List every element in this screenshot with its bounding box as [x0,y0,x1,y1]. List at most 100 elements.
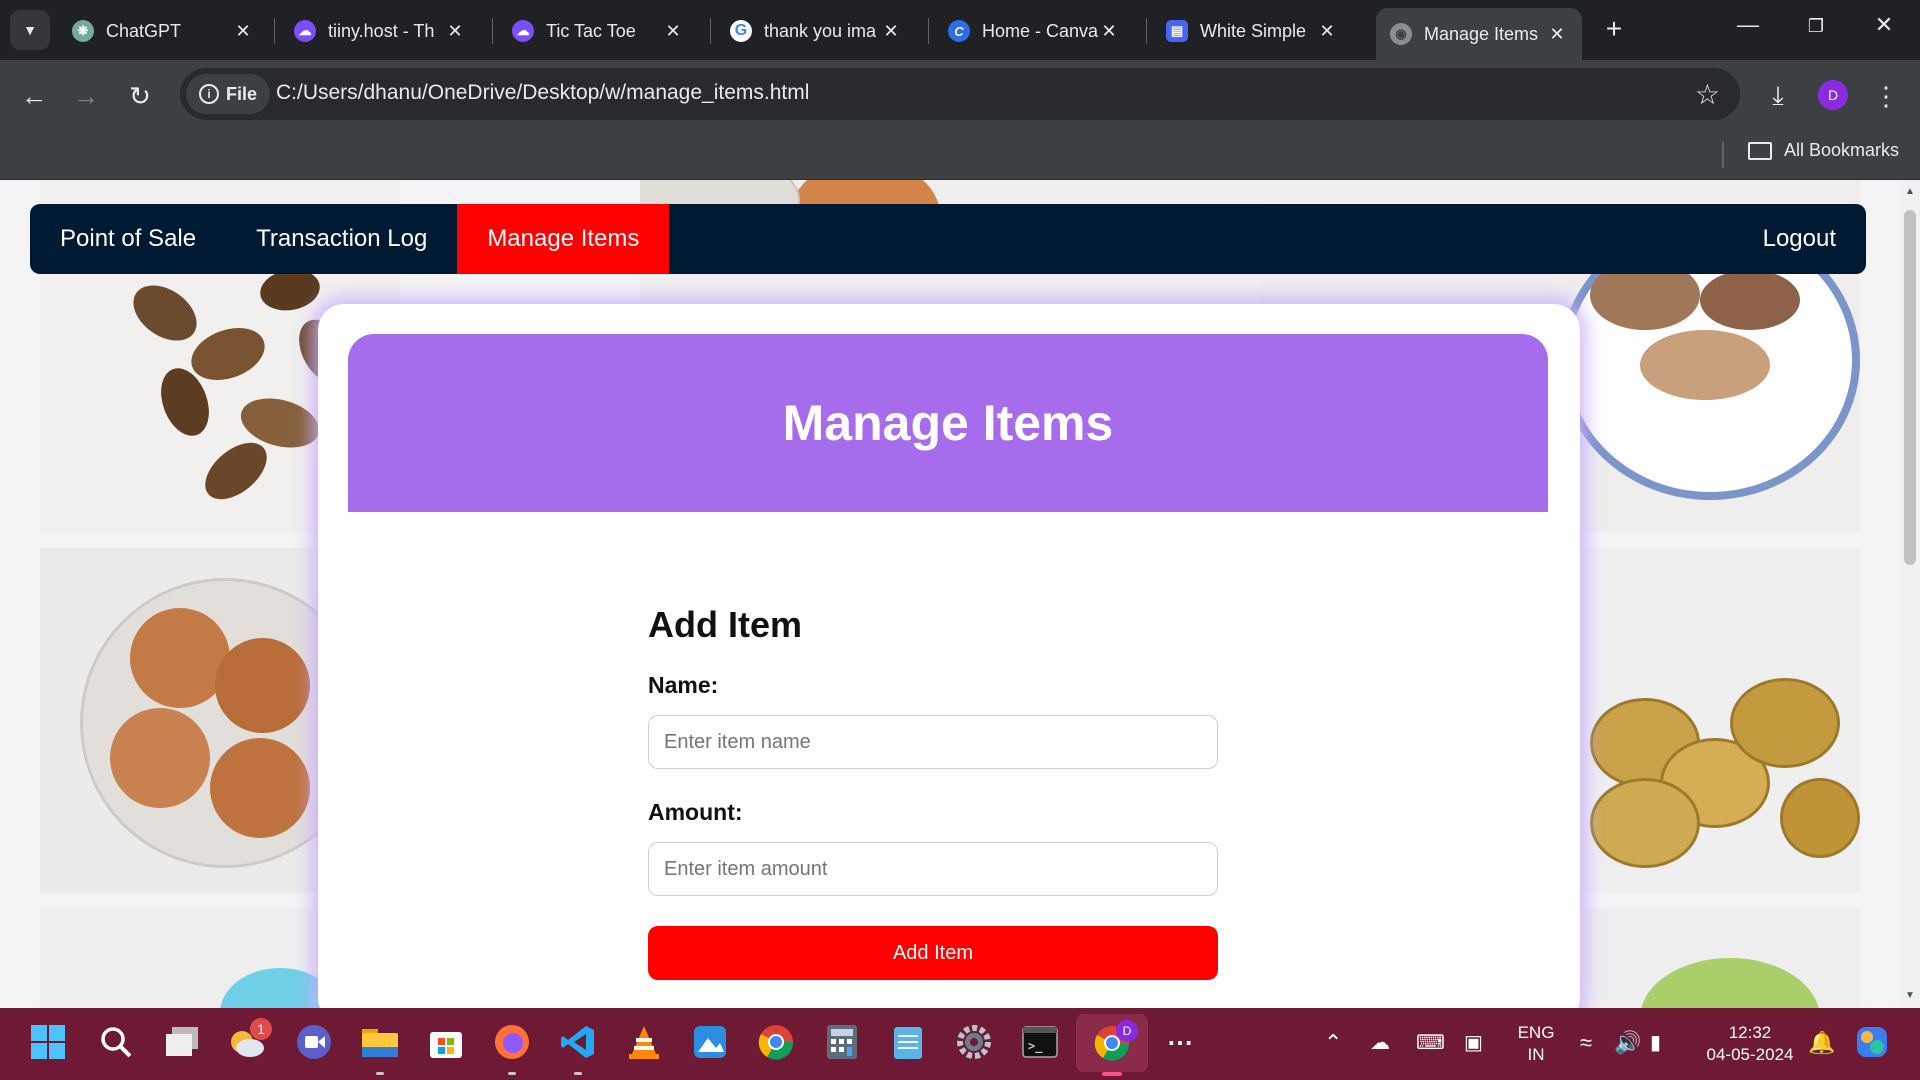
browser-toolbar: ← → ↻ i File C:/Users/dhanu/OneDrive/Des… [0,60,1920,132]
battery-icon[interactable]: ▮ [1650,1030,1661,1055]
address-bar[interactable]: i File C:/Users/dhanu/OneDrive/Desktop/w… [180,68,1740,120]
info-icon: i [198,84,219,104]
scroll-up-icon[interactable]: ▲ [1905,186,1915,197]
page-viewport: Point of Sale Transaction Log Manage Ite… [0,180,1900,1008]
keyboard-icon[interactable]: ⌨ [1416,1030,1445,1055]
meet-icon[interactable] [294,1022,334,1062]
app-navbar: Point of Sale Transaction Log Manage Ite… [30,204,1866,274]
tab-title: thank you ima [764,20,877,41]
display-icon[interactable]: ▣ [1464,1030,1483,1055]
page-title: Manage Items [782,395,1114,451]
item-name-input[interactable] [648,715,1218,769]
close-window-button[interactable]: ✕ [1864,12,1904,38]
store-icon[interactable] [426,1022,466,1062]
nav-transaction-log[interactable]: Transaction Log [226,204,457,274]
search-icon[interactable] [96,1022,136,1062]
settings-icon[interactable] [954,1022,994,1062]
bookmarks-bar: All Bookmarks [0,132,1920,180]
tab-strip: ▼ ❋ ChatGPT ✕ ☁ tiiny.host - Th ✕ ☁ Tic … [0,0,1920,60]
chatgpt-icon: ❋ [72,20,94,42]
url-text[interactable]: C:/Users/dhanu/OneDrive/Desktop/w/manage… [276,81,809,105]
logout-link[interactable]: Logout [1733,204,1866,274]
close-icon[interactable]: ✕ [232,21,254,42]
minimize-button[interactable]: — [1728,12,1768,38]
amount-label: Amount: [648,799,743,825]
tab-title: White Simple [1200,20,1307,41]
vlc-icon[interactable] [624,1022,664,1062]
nav-point-of-sale[interactable]: Point of Sale [30,204,226,274]
nav-manage-items[interactable]: Manage Items [457,204,670,274]
task-view-icon[interactable] [162,1022,202,1062]
start-icon[interactable] [28,1022,68,1062]
tab-title: Tic Tac Toe [546,20,636,41]
arrow-right-icon: → [73,80,99,111]
clock-time: 12:32 [1728,1023,1772,1042]
add-item-button[interactable]: Add Item [648,926,1218,980]
tab-title: tiiny.host - Th [328,20,435,41]
firefox-icon[interactable] [492,1022,532,1062]
tab-manage-items[interactable]: ◉ Manage Items ✕ [1376,8,1582,60]
close-icon[interactable]: ✕ [1098,21,1120,42]
copilot-icon[interactable] [1852,1022,1892,1062]
notepad-icon[interactable] [888,1022,928,1062]
close-icon[interactable]: ✕ [1546,24,1568,45]
active-indicator [1102,1072,1122,1076]
tab-tiiny-host[interactable]: ☁ tiiny.host - Th ✕ [280,8,480,54]
chrome-profile-icon[interactable] [1076,1014,1148,1072]
svg-text:>_: >_ [1028,1039,1043,1054]
close-icon[interactable]: ✕ [1316,21,1338,42]
menu-kebab-icon[interactable]: ⋮ [1866,76,1906,116]
canva-icon: C [948,20,970,42]
chrome-icon[interactable] [756,1022,796,1062]
close-icon[interactable]: ✕ [662,21,684,42]
scrollbar-thumb[interactable] [1904,210,1916,565]
volume-icon[interactable]: 🔊 [1614,1030,1641,1056]
vscode-icon[interactable] [558,1022,598,1062]
chevron-down-icon: ▼ [23,22,37,38]
windows-taskbar: 1 >_ D ⋯ ⌃ ☁ ⌨ ▣ ENG IN ≈ 🔊 ▮ 12:32 04-0… [0,1008,1920,1080]
page-scrollbar[interactable]: ▲ ▼ [1900,180,1920,1008]
chevron-up-icon[interactable]: ⌃ [1324,1030,1342,1056]
scroll-down-icon[interactable]: ▼ [1905,990,1915,1001]
close-icon[interactable]: ✕ [880,21,902,42]
photos-icon[interactable] [690,1022,730,1062]
tab-title: ChatGPT [106,20,182,41]
language-indicator[interactable]: ENG IN [1512,1022,1560,1066]
more-icon[interactable]: ⋯ [1160,1022,1200,1062]
close-icon[interactable]: ✕ [444,21,466,42]
clock-date: 04-05-2024 [1706,1045,1794,1064]
all-bookmarks-link[interactable]: All Bookmarks [1784,140,1899,161]
clock[interactable]: 12:32 04-05-2024 [1696,1022,1804,1066]
wifi-icon[interactable]: ≈ [1580,1030,1592,1056]
tab-tic-tac-toe[interactable]: ☁ Tic Tac Toe ✕ [498,8,698,54]
restore-button[interactable]: ❐ [1796,16,1836,37]
notification-badge: 1 [250,1018,272,1040]
download-icon[interactable]: ⤓ [1758,76,1798,116]
onedrive-icon[interactable]: ☁ [1370,1030,1390,1055]
new-tab-button[interactable]: + [1598,14,1630,46]
back-button[interactable]: ← [14,76,54,116]
reload-button[interactable]: ↻ [120,76,160,116]
tab-thank-you[interactable]: G thank you ima ✕ [716,8,916,54]
add-item-form: Add Item Name: Amount: Add Item [648,604,1218,980]
tab-chatgpt[interactable]: ❋ ChatGPT ✕ [58,8,268,54]
forward-button[interactable]: → [66,76,106,116]
site-info-chip[interactable]: i File [186,74,270,114]
language-code: ENG [1517,1023,1555,1042]
tab-title: Manage Items [1424,23,1539,44]
tiiny-host-icon: ☁ [512,20,534,42]
bell-icon[interactable]: 🔔 [1808,1030,1835,1056]
tiiny-host-icon: ☁ [294,20,316,42]
terminal-icon[interactable]: >_ [1020,1022,1060,1062]
card-header: Manage Items [348,334,1548,512]
bookmark-star-icon[interactable]: ☆ [1695,78,1720,111]
arrow-left-icon: ← [21,80,47,111]
tab-search-button[interactable]: ▼ [10,10,50,50]
tab-white-simple[interactable]: ▤ White Simple ✕ [1152,8,1352,54]
name-label: Name: [648,672,719,698]
file-explorer-icon[interactable] [360,1022,400,1062]
calculator-icon[interactable] [822,1022,862,1062]
profile-avatar[interactable]: D [1818,80,1848,110]
item-amount-input[interactable] [648,842,1218,896]
tab-canva[interactable]: C Home - Canva ✕ [934,8,1134,54]
